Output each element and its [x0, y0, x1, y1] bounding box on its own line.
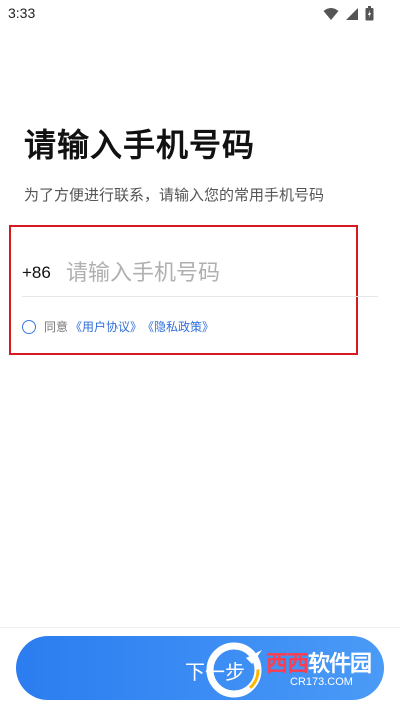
watermark-brand: 西西软件园 — [266, 652, 372, 677]
watermark-url: CR173.COM — [290, 676, 353, 688]
agreement-row: 同意 《用户协议》 《隐私政策》 — [22, 318, 214, 335]
status-icons — [323, 6, 374, 21]
page-subtitle: 为了方便进行联系，请输入您的常用手机号码 — [24, 186, 325, 204]
status-time: 3:33 — [8, 5, 36, 21]
watermark-logo-icon — [206, 642, 262, 698]
agree-label: 同意 — [44, 320, 69, 334]
bottom-divider — [0, 627, 400, 628]
country-code[interactable]: +86 — [22, 263, 66, 283]
signal-icon — [346, 7, 358, 20]
privacy-policy-link[interactable]: 《隐私政策》 — [142, 318, 214, 335]
battery-icon — [365, 6, 374, 21]
watermark: 西西软件园 CR173.COM — [204, 640, 396, 700]
phone-row: +86 — [22, 250, 378, 296]
wifi-icon — [323, 7, 339, 20]
phone-input[interactable] — [66, 260, 356, 286]
input-divider — [22, 296, 378, 297]
page-title: 请输入手机号码 — [24, 126, 256, 164]
agree-radio[interactable] — [22, 319, 36, 334]
status-bar: 3:33 — [0, 0, 400, 28]
user-agreement-link[interactable]: 《用户协议》 — [70, 318, 142, 335]
